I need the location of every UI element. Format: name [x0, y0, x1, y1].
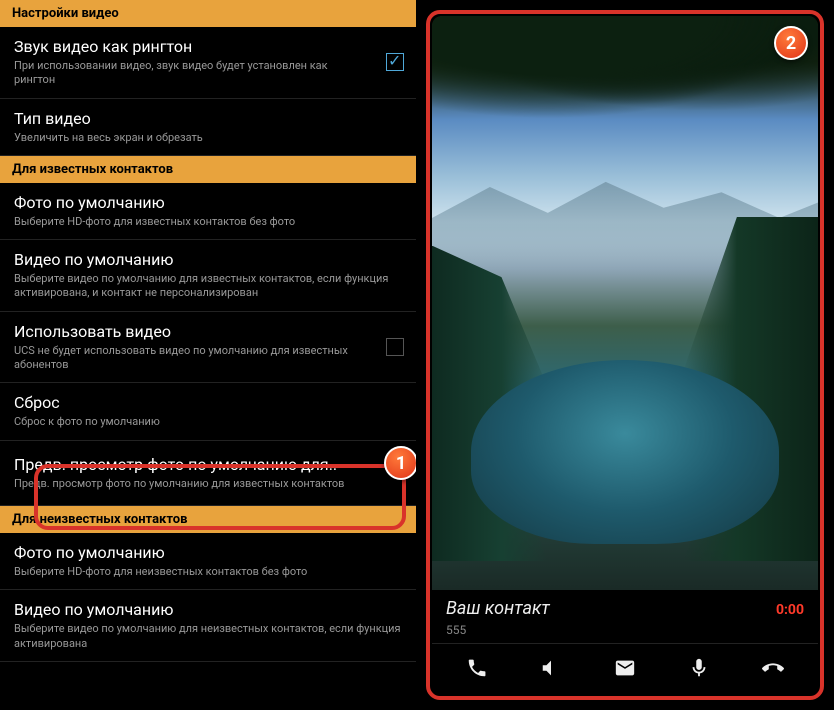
setting-unknown-video[interactable]: Видео по умолчанию Выберите видео по умо… — [0, 590, 416, 662]
setting-desc: Выберите HD-фото для неизвестных контакт… — [14, 565, 402, 579]
dialpad-icon[interactable] — [463, 654, 491, 682]
mic-icon[interactable] — [685, 654, 713, 682]
contact-name: Ваш контакт — [446, 598, 550, 619]
checkbox-usevideo[interactable] — [386, 338, 404, 356]
call-preview: Ваш контакт 0:00 555 — [432, 16, 818, 694]
annotation-badge-1: 1 — [384, 446, 416, 480]
setting-title: Видео по умолчанию — [14, 250, 402, 269]
setting-desc: Выберите HD-фото для известных контактов… — [14, 215, 402, 229]
app-root: Настройки видео Звук видео как рингтон П… — [0, 0, 834, 710]
setting-title: Фото по умолчанию — [14, 543, 402, 562]
setting-title: Тип видео — [14, 109, 402, 128]
setting-desc: Выберите видео по умолчанию для известны… — [14, 272, 402, 301]
contact-number: 555 — [446, 623, 804, 637]
settings-panel: Настройки видео Звук видео как рингтон П… — [0, 0, 416, 710]
setting-ringtone[interactable]: Звук видео как рингтон При использовании… — [0, 27, 416, 99]
call-timer: 0:00 — [776, 602, 804, 618]
setting-reset[interactable]: Сброс Сброс к фото по умолчанию — [0, 383, 416, 440]
call-info: Ваш контакт 0:00 555 — [432, 590, 818, 643]
setting-title: Использовать видео — [14, 322, 402, 341]
message-icon[interactable] — [611, 654, 639, 682]
speaker-icon[interactable] — [537, 654, 565, 682]
setting-desc: Выберите видео по умолчанию для неизвест… — [14, 622, 402, 651]
annotation-highlight-1 — [34, 464, 406, 530]
checkbox-ringtone[interactable] — [386, 53, 404, 71]
preview-container: Ваш контакт 0:00 555 — [426, 10, 824, 700]
hangup-icon[interactable] — [759, 654, 787, 682]
setting-title: Звук видео как рингтон — [14, 37, 402, 56]
section-header-video: Настройки видео — [0, 0, 416, 27]
setting-title: Фото по умолчанию — [14, 193, 402, 212]
setting-desc: При использовании видео, звук видео буде… — [14, 59, 354, 88]
setting-known-photo[interactable]: Фото по умолчанию Выберите HD-фото для и… — [0, 183, 416, 240]
setting-known-video[interactable]: Видео по умолчанию Выберите видео по умо… — [0, 240, 416, 312]
preview-panel: Ваш контакт 0:00 555 — [416, 0, 834, 710]
annotation-badge-2: 2 — [774, 26, 808, 60]
setting-use-video[interactable]: Использовать видео UCS не будет использо… — [0, 312, 416, 384]
contact-photo — [432, 16, 818, 590]
setting-desc: Увеличить на весь экран и обрезать — [14, 131, 402, 145]
setting-desc: UCS не будет использовать видео по умолч… — [14, 344, 354, 373]
setting-desc: Сброс к фото по умолчанию — [14, 415, 402, 429]
setting-unknown-photo[interactable]: Фото по умолчанию Выберите HD-фото для н… — [0, 533, 416, 590]
setting-title: Сброс — [14, 393, 402, 412]
setting-video-type[interactable]: Тип видео Увеличить на весь экран и обре… — [0, 99, 416, 156]
setting-title: Видео по умолчанию — [14, 600, 402, 619]
section-header-known: Для известных контактов — [0, 156, 416, 183]
call-toolbar — [432, 643, 818, 694]
